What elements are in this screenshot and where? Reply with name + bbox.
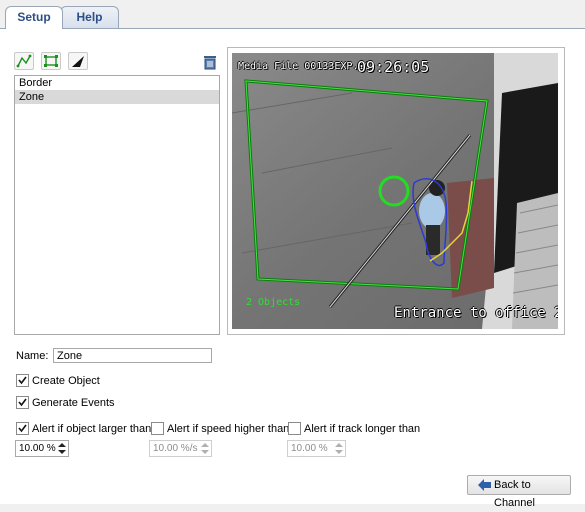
spinner-arrows-icon[interactable] — [57, 442, 67, 455]
name-field[interactable]: Zone — [53, 348, 212, 363]
back-arrow-icon — [478, 479, 491, 491]
create-object-label: Create Object — [32, 375, 100, 387]
generate-events-label: Generate Events — [32, 397, 115, 409]
alert-speed-value: 10.00 %/s — [153, 443, 198, 454]
alert-larger-value: 10.00 % — [19, 443, 56, 454]
video-preview[interactable]: Media File 00133EXP.16 09:26:05 2 Object… — [232, 53, 558, 329]
alert-speed-label: Alert if speed higher than — [167, 423, 290, 435]
zone-list[interactable]: Border Zone — [14, 75, 220, 335]
generate-events-checkbox[interactable] — [16, 396, 29, 409]
alert-track-spinner[interactable]: 10.00 % — [287, 440, 346, 457]
alert-track-label: Alert if track longer than — [304, 423, 421, 435]
camera-image — [232, 53, 558, 329]
delete-button[interactable] — [200, 52, 220, 70]
draw-zone-button[interactable] — [41, 52, 61, 70]
back-to-channel-label: Back to Channel — [494, 479, 535, 509]
checkmark-icon — [18, 376, 27, 385]
draw-direction-button[interactable] — [68, 52, 88, 70]
alert-larger-checkbox[interactable] — [16, 422, 29, 435]
video-caption: Entrance to office 2 — [394, 305, 558, 321]
list-item-border[interactable]: Border — [15, 76, 219, 90]
video-timestamp: 09:26:05 — [357, 58, 430, 76]
list-item-zone[interactable]: Zone — [15, 90, 219, 104]
tab-setup[interactable]: Setup — [5, 6, 63, 29]
checkmark-icon — [18, 398, 27, 407]
tab-bar: Setup Help — [0, 0, 585, 29]
alert-speed-spinner[interactable]: 10.00 %/s — [149, 440, 212, 457]
direction-icon — [72, 56, 84, 67]
polygon-icon — [44, 55, 58, 67]
spinner-arrows-icon[interactable] — [200, 442, 210, 455]
trash-icon — [204, 56, 216, 70]
back-to-channel-button[interactable]: Back to Channel — [467, 475, 571, 509]
video-overlay-title: Media File 00133EXP.16 — [238, 61, 371, 72]
checkmark-icon — [18, 424, 27, 433]
alert-speed-checkbox[interactable] — [151, 422, 164, 435]
alert-larger-label: Alert if object larger than — [32, 423, 152, 435]
alert-larger-spinner[interactable]: 10.00 % — [15, 440, 69, 457]
tab-help[interactable]: Help — [60, 6, 119, 28]
alert-track-value: 10.00 % — [291, 443, 328, 454]
create-object-checkbox[interactable] — [16, 374, 29, 387]
objects-count: 2 Objects — [246, 297, 301, 308]
spinner-arrows-icon[interactable] — [334, 442, 344, 455]
alert-track-checkbox[interactable] — [288, 422, 301, 435]
name-label: Name: — [16, 350, 49, 362]
polyline-icon — [16, 54, 32, 68]
draw-line-button[interactable] — [14, 52, 34, 70]
